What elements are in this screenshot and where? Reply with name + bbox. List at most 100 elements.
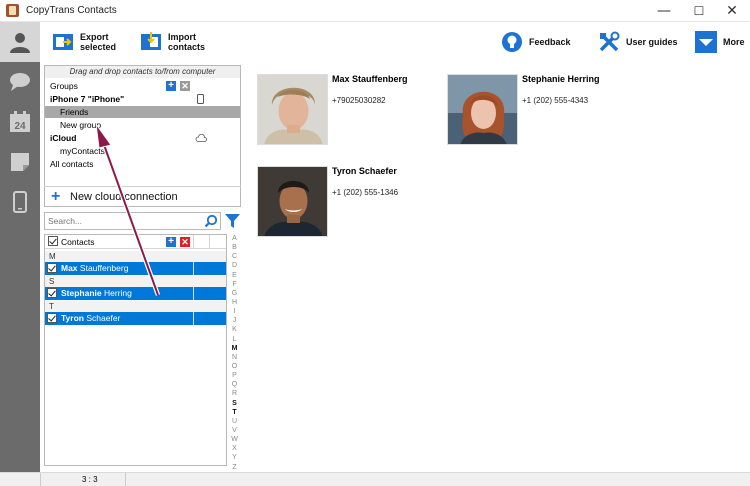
nav-contacts[interactable] [0,22,40,62]
feedback-button[interactable]: Feedback [501,28,571,56]
contact-card-name: Stephanie Herring [522,74,600,84]
maximize-button[interactable]: ☐ [685,2,713,20]
new-cloud-connection-button[interactable]: + New cloud connection [44,186,241,206]
contact-card-phone: +1 (202) 555-4343 [522,96,589,105]
drag-drop-hint: Drag and drop contacts to/from computer [45,66,240,78]
contacts-list: Contacts + ✕ M Max Stauffenberg S Stepha… [44,234,227,466]
export-selected-label: Export selected [80,32,117,52]
alphabet-letter[interactable]: A [228,234,241,243]
add-group-icon[interactable]: + [166,81,176,91]
lightbulb-icon [501,31,523,53]
export-icon [52,31,74,53]
user-guides-label: User guides [626,37,678,47]
alphabet-letter[interactable]: F [228,280,241,289]
nav-messages[interactable] [0,62,40,102]
alphabet-letter[interactable]: U [228,417,241,426]
import-contacts-label: Import contacts [168,32,206,52]
minimize-button[interactable]: — [650,2,678,20]
alphabet-letter[interactable]: Q [228,380,241,389]
contact-row-max[interactable]: Max Stauffenberg [45,262,226,275]
alphabet-letter[interactable]: O [228,362,241,371]
alphabet-letter[interactable]: X [228,444,241,453]
avatar [257,74,328,145]
left-navigation: 24 [0,22,40,472]
alphabet-letter[interactable]: K [228,325,241,334]
nav-calendar[interactable]: 24 [0,102,40,142]
search-input[interactable] [45,213,195,229]
letter-header-t: T [45,301,226,312]
new-cloud-connection-label: New cloud connection [70,191,178,203]
phone-icon [13,191,27,213]
avatar [447,74,518,145]
feedback-label: Feedback [529,37,571,47]
letter-header-m: M [45,251,226,262]
alphabet-letter[interactable]: P [228,371,241,380]
app-icon [6,4,19,17]
alphabet-letter[interactable]: W [228,435,241,444]
toolbar: Export selected Import contacts Feedback [40,22,750,62]
cloud-icon [195,134,207,142]
alphabet-letter[interactable]: Z [228,463,241,472]
delete-group-icon[interactable]: ✕ [180,81,190,91]
alphabet-index: ABCDEFGHIJKLMNOPQRSTUVWXYZ# [228,234,241,480]
alphabet-letter[interactable]: V [228,426,241,435]
tools-icon [598,31,620,53]
title-bar: CopyTrans Contacts — ☐ ✕ [0,0,750,22]
alphabet-letter[interactable]: J [228,316,241,325]
alphabet-letter[interactable]: S [228,399,241,408]
group-item-friends[interactable]: Friends [45,106,240,118]
contact-card-name: Tyron Schaefer [332,166,397,176]
person-icon [10,33,30,53]
contact-checkbox[interactable] [47,288,57,298]
groups-header: Groups + ✕ [50,80,190,91]
group-item-mycontacts[interactable]: myContacts [45,145,240,157]
nav-notes[interactable] [0,142,40,182]
avatar [257,166,328,237]
alphabet-letter[interactable]: N [228,353,241,362]
contact-count: 3 : 3 [82,475,98,484]
alphabet-letter[interactable]: Y [228,453,241,462]
import-contacts-button[interactable]: Import contacts [140,28,205,56]
nav-device[interactable] [0,182,40,222]
alphabet-letter[interactable]: I [228,307,241,316]
delete-contact-icon[interactable]: ✕ [180,237,190,247]
svg-text:24: 24 [14,121,26,132]
alphabet-letter[interactable]: C [228,252,241,261]
alphabet-letter[interactable]: L [228,335,241,344]
window-title: CopyTrans Contacts [26,5,117,16]
chat-bubble-icon [10,73,30,91]
contact-checkbox[interactable] [47,263,57,273]
alphabet-letter[interactable]: T [228,408,241,417]
filter-button[interactable] [224,212,241,230]
user-guides-button[interactable]: User guides [598,28,678,56]
search-box [44,212,221,230]
alphabet-letter[interactable]: M [228,344,241,353]
group-item-new-group[interactable]: New group [45,119,240,131]
more-label: More [723,37,745,47]
search-icon[interactable] [204,214,218,228]
add-contact-icon[interactable]: + [166,237,176,247]
alphabet-letter[interactable]: D [228,261,241,270]
alphabet-letter[interactable]: H [228,298,241,307]
contact-card-phone: +1 (202) 555-1346 [332,188,399,197]
export-selected-button[interactable]: Export selected [52,28,116,56]
phone-icon [197,94,204,104]
contacts-header: Contacts + ✕ [45,235,226,249]
alphabet-letter[interactable]: R [228,389,241,398]
chevron-down-icon [695,31,717,53]
alphabet-letter[interactable]: G [228,289,241,298]
contact-row-stephanie[interactable]: Stephanie Herring [45,287,226,300]
group-item-all-contacts[interactable]: All contacts [45,158,240,170]
note-icon [11,153,29,171]
alphabet-letter[interactable]: E [228,271,241,280]
contact-checkbox[interactable] [47,313,57,323]
contact-row-tyron[interactable]: Tyron Schaefer [45,312,226,325]
group-item-iphone[interactable]: iPhone 7 "iPhone" [45,93,240,105]
select-all-checkbox[interactable] [48,236,58,246]
close-button[interactable]: ✕ [718,2,746,20]
alphabet-letter[interactable]: B [228,243,241,252]
group-item-icloud[interactable]: iCloud [45,132,240,144]
plus-icon: + [51,188,61,205]
import-icon [140,31,162,53]
more-button[interactable]: More [695,28,745,56]
